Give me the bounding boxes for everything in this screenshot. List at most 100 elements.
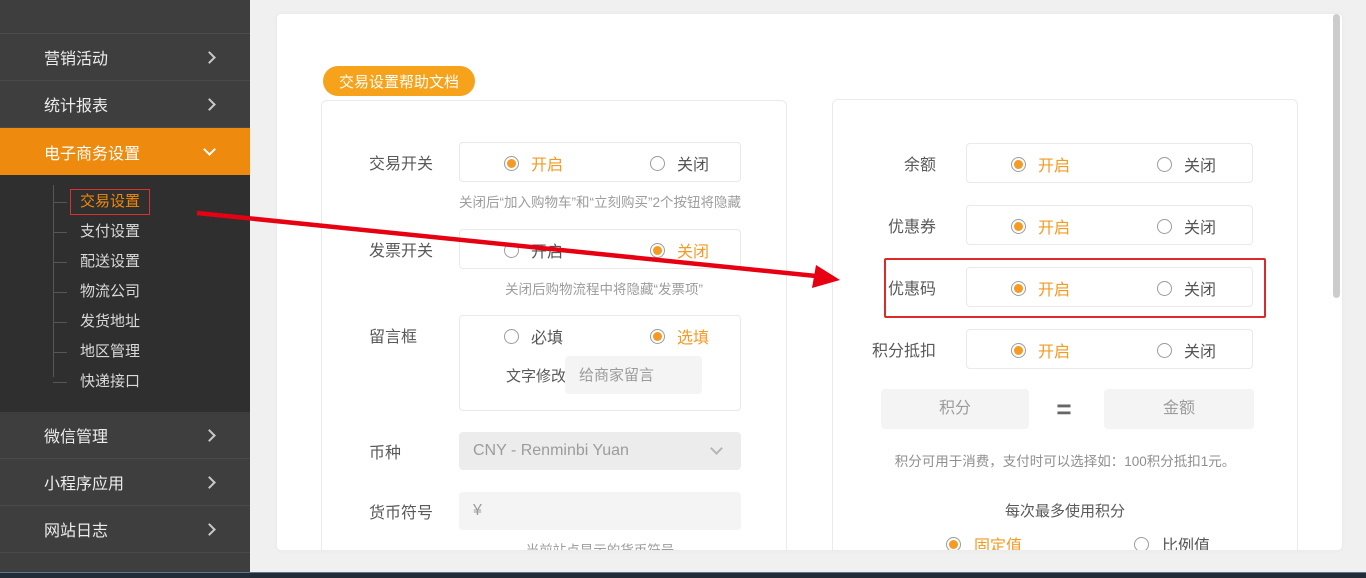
submenu-item-express-api[interactable]: 快递接口 bbox=[0, 367, 250, 397]
radio-message-required[interactable]: 必填 bbox=[504, 316, 563, 356]
sidebar-item-label: 统计报表 bbox=[44, 98, 109, 115]
trade-switch-label: 交易开关 bbox=[369, 156, 434, 173]
radio-invoice-off[interactable]: 关闭 bbox=[650, 230, 709, 270]
chevron-down-icon bbox=[710, 442, 723, 455]
sidebar-header bbox=[0, 0, 250, 34]
points-deduct-switch-group: 开启 关闭 bbox=[966, 329, 1253, 369]
radio-trade-on[interactable]: 开启 bbox=[504, 143, 563, 183]
submenu-item-logistics-companies[interactable]: 物流公司 bbox=[0, 277, 250, 307]
message-text-input[interactable] bbox=[565, 356, 702, 394]
chevron-right-icon bbox=[203, 475, 216, 489]
radio-coupon-off[interactable]: 关闭 bbox=[1157, 206, 1216, 246]
radio-unselected-icon bbox=[1157, 218, 1172, 234]
radio-label: 关闭 bbox=[677, 157, 710, 174]
radio-promo-code-off[interactable]: 关闭 bbox=[1157, 268, 1216, 308]
radio-unselected-icon bbox=[504, 328, 519, 344]
points-input[interactable] bbox=[881, 389, 1029, 429]
points-deduct-label: 积分抵扣 bbox=[871, 343, 936, 360]
submenu-item-shipping-address[interactable]: 发货地址 bbox=[0, 307, 250, 337]
radio-balance-off[interactable]: 关闭 bbox=[1157, 144, 1216, 184]
amount-input[interactable] bbox=[1104, 389, 1254, 429]
sidebar-item-label: 小程序应用 bbox=[44, 476, 125, 493]
equals-sign: = bbox=[1056, 393, 1072, 424]
sidebar-item-label: 微信管理 bbox=[44, 429, 109, 446]
submenu-item-label: 快递接口 bbox=[80, 373, 141, 390]
submenu-item-payment-settings[interactable]: 支付设置 bbox=[0, 217, 250, 247]
radio-label: 关闭 bbox=[1184, 220, 1217, 237]
radio-invoice-on[interactable]: 开启 bbox=[504, 230, 563, 270]
chevron-right-icon bbox=[203, 97, 216, 111]
radio-ratio-value[interactable]: 比例值 bbox=[1134, 529, 1210, 550]
radio-label: 关闭 bbox=[677, 244, 710, 261]
submenu-item-delivery-settings[interactable]: 配送设置 bbox=[0, 247, 250, 277]
radio-selected-icon bbox=[1011, 156, 1026, 172]
sidebar-item-label: 网站日志 bbox=[44, 523, 109, 540]
radio-label: 选填 bbox=[677, 330, 710, 347]
currency-symbol-input[interactable] bbox=[459, 492, 741, 530]
radio-unselected-icon bbox=[504, 242, 519, 258]
currency-select-value: CNY - Renminbi Yuan bbox=[473, 442, 629, 459]
invoice-switch-label: 发票开关 bbox=[369, 243, 434, 260]
radio-selected-icon bbox=[504, 155, 519, 171]
currency-symbol-label: 货币符号 bbox=[369, 505, 434, 522]
ecommerce-settings-submenu: 交易设置 支付设置 配送设置 物流公司 发货地址 地区管理 快递接口 bbox=[0, 175, 250, 412]
message-text-edit-label: 文字修改 bbox=[506, 367, 567, 385]
message-box-label: 留言框 bbox=[369, 329, 418, 346]
sidebar-item-label: 营销活动 bbox=[44, 51, 109, 68]
radio-selected-icon bbox=[1011, 218, 1026, 234]
sidebar-item-miniprogram-apps[interactable]: 小程序应用 bbox=[0, 459, 250, 506]
radio-label: 比例值 bbox=[1162, 538, 1211, 550]
sidebar-item-statistics-reports[interactable]: 统计报表 bbox=[0, 81, 250, 128]
trade-switch-helper-text: 关闭后“加入购物车”和“立刻购买”2个按钮将隐藏 bbox=[459, 195, 741, 210]
max-points-title: 每次最多使用积分 bbox=[1004, 503, 1125, 520]
radio-unselected-icon bbox=[650, 155, 665, 171]
radio-points-deduct-on[interactable]: 开启 bbox=[1011, 330, 1070, 370]
chevron-right-icon bbox=[203, 522, 216, 536]
radio-label: 开启 bbox=[1038, 282, 1071, 299]
sidebar: 营销活动 统计报表 电子商务设置 交易设置 支付设置 配送设置 物流公司 发货地… bbox=[0, 0, 250, 573]
radio-unselected-icon bbox=[1157, 156, 1172, 172]
invoice-switch-group: 开启 关闭 bbox=[459, 229, 741, 269]
radio-promo-code-on[interactable]: 开启 bbox=[1011, 268, 1070, 308]
radio-balance-on[interactable]: 开启 bbox=[1011, 144, 1070, 184]
radio-label: 开启 bbox=[531, 157, 564, 174]
sidebar-item-ecommerce-settings[interactable]: 电子商务设置 bbox=[0, 128, 250, 175]
radio-selected-icon bbox=[1011, 280, 1026, 296]
taskbar-strip bbox=[0, 572, 1366, 578]
points-rate-note: 积分可用于消费，支付时可以选择如：100积分抵扣1元。 bbox=[894, 454, 1236, 469]
submenu-item-label: 发货地址 bbox=[80, 313, 141, 330]
coupon-switch-group: 开启 关闭 bbox=[966, 205, 1253, 245]
promo-code-label: 优惠码 bbox=[887, 281, 936, 298]
chevron-right-icon bbox=[203, 50, 216, 64]
promo-code-switch-group: 开启 关闭 bbox=[966, 267, 1253, 307]
balance-switch-group: 开启 关闭 bbox=[966, 143, 1253, 183]
radio-trade-off[interactable]: 关闭 bbox=[650, 143, 709, 183]
submenu-item-trade-settings[interactable]: 交易设置 bbox=[0, 187, 250, 217]
submenu-item-label: 交易设置 bbox=[70, 189, 151, 215]
radio-label: 必填 bbox=[531, 330, 564, 347]
currency-select[interactable]: CNY - Renminbi Yuan bbox=[459, 432, 741, 470]
radio-message-optional[interactable]: 选填 bbox=[650, 316, 709, 356]
sidebar-item-website-logs[interactable]: 网站日志 bbox=[0, 506, 250, 553]
radio-coupon-on[interactable]: 开启 bbox=[1011, 206, 1070, 246]
submenu-item-region-management[interactable]: 地区管理 bbox=[0, 337, 250, 367]
scrollbar-thumb[interactable] bbox=[1333, 14, 1340, 298]
currency-symbol-helper-text: 当前站点显示的货币符号 bbox=[459, 539, 741, 550]
message-box-group: 必填 选填 文字修改 bbox=[459, 315, 741, 411]
chevron-down-icon bbox=[203, 143, 216, 156]
submenu-item-label: 配送设置 bbox=[80, 253, 141, 270]
submenu-item-label: 物流公司 bbox=[80, 283, 141, 300]
radio-fixed-value[interactable]: 固定值 bbox=[946, 529, 1022, 550]
balance-label: 余额 bbox=[903, 157, 936, 174]
sidebar-item-marketing-activities[interactable]: 营销活动 bbox=[0, 34, 250, 81]
sidebar-item-wechat-management[interactable]: 微信管理 bbox=[0, 412, 250, 459]
trade-settings-help-doc-button[interactable]: 交易设置帮助文档 bbox=[323, 66, 475, 96]
radio-selected-icon bbox=[650, 242, 665, 258]
submenu-item-label: 地区管理 bbox=[80, 343, 141, 360]
settings-page-container: 交易设置帮助文档 交易开关 开启 关闭 关闭后“加入购物车”和“立刻购买”2个按… bbox=[277, 14, 1342, 550]
radio-points-deduct-off[interactable]: 关闭 bbox=[1157, 330, 1216, 370]
trade-switch-group: 开启 关闭 bbox=[459, 142, 741, 182]
radio-label: 关闭 bbox=[1184, 344, 1217, 361]
radio-label: 关闭 bbox=[1184, 158, 1217, 175]
radio-label: 关闭 bbox=[1184, 282, 1217, 299]
